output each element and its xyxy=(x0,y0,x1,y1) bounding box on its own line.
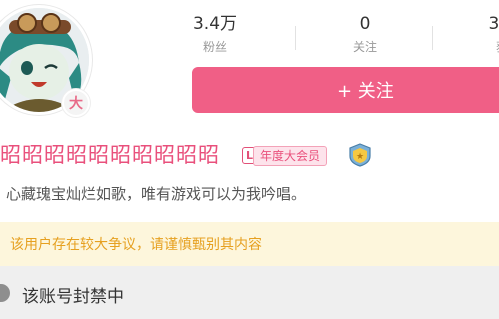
stat-following[interactable]: 0 关注 xyxy=(310,14,420,55)
svg-text:★: ★ xyxy=(356,152,364,162)
warning-text: 该用户存在较大争议，请谨慎甄别其内容 xyxy=(10,237,262,253)
banned-notice: 该账号封禁中 xyxy=(0,266,499,319)
fans-label: 粉丝 xyxy=(202,40,227,54)
banned-text: 该账号封禁中 xyxy=(22,287,124,307)
stat-likes[interactable]: 34. 获 xyxy=(447,14,499,55)
username: 昭昭昭昭昭昭昭昭昭昭 xyxy=(0,143,220,167)
avatar-container[interactable]: 大 xyxy=(0,5,92,117)
medal-icon[interactable]: ★ xyxy=(347,142,373,168)
likes-count: 34. xyxy=(488,14,499,34)
avatar-badge: 大 xyxy=(62,89,90,117)
stats-bar: 3.4万 粉丝 0 关注 34. 获 xyxy=(160,14,499,64)
fans-count: 3.4万 xyxy=(192,14,238,34)
ban-icon xyxy=(0,284,10,302)
vip-badge[interactable]: 年度大会员 xyxy=(253,146,328,166)
controversy-warning: 该用户存在较大争议，请谨慎甄别其内容 xyxy=(0,222,499,266)
following-label: 关注 xyxy=(352,40,377,54)
follow-button[interactable]: + 关注 xyxy=(192,67,499,113)
stat-fans[interactable]: 3.4万 粉丝 xyxy=(160,14,270,55)
signature: 心藏瑰宝灿烂如歌，唯有游戏可以为我吟唱。 xyxy=(6,185,307,203)
following-count: 0 xyxy=(359,14,371,34)
divider xyxy=(432,26,433,50)
likes-label: 获 xyxy=(447,38,499,55)
divider xyxy=(295,26,296,50)
